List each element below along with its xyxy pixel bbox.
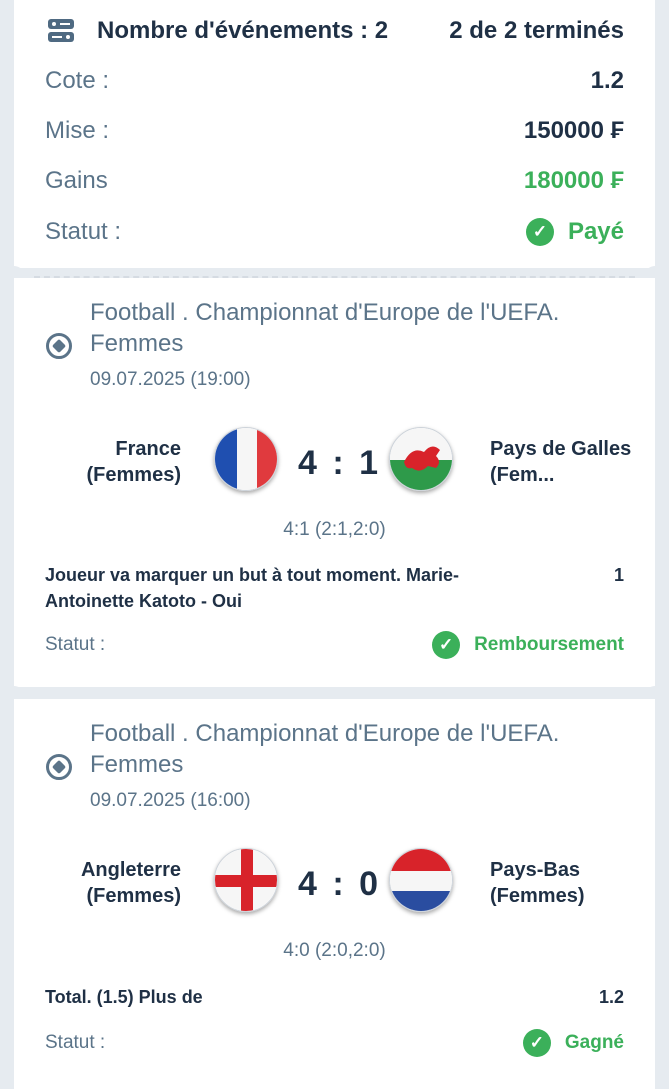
league-name: Football . Championnat d'Europe de l'UEF… <box>90 720 560 778</box>
event-status-value: Gagné <box>564 1032 624 1053</box>
football-icon <box>46 754 72 780</box>
stake-label: Mise : <box>45 117 110 144</box>
events-list-icon <box>48 19 74 42</box>
netherlands-flag-icon <box>389 848 453 912</box>
match-score: 4 : 0 <box>298 865 382 903</box>
bet-status-label: Statut : <box>45 218 122 245</box>
away-team: Pays-Bas (Femmes) <box>490 859 585 907</box>
stake-value: 150000 ₣ <box>523 117 624 144</box>
event-status-value: Remboursement <box>474 634 624 655</box>
market-description: Total. (1.5) Plus de 1.2 <box>45 984 624 1010</box>
wales-flag-icon <box>389 427 453 491</box>
check-circle-icon: ✓ <box>525 218 554 246</box>
event-status-label: Statut : <box>45 1032 106 1053</box>
market-text: Total. (1.5) Plus de <box>45 987 203 1007</box>
event-date: 09.07.2025 (19:00) <box>90 369 251 390</box>
market-description: Joueur va marquer un but à tout moment. … <box>45 562 624 614</box>
event-status-row: Statut : ✓ Remboursement <box>45 631 624 659</box>
winnings-label: Gains <box>45 167 108 194</box>
check-circle-icon: ✓ <box>432 631 461 659</box>
score-detail: 4:1 (2:1,2:0) <box>283 519 386 540</box>
winnings-value: 180000 ₣ <box>523 167 624 194</box>
stake-row: Mise : 150000 ₣ <box>45 117 624 145</box>
away-team: Pays de Galles (Fem... <box>490 438 632 486</box>
event-status-label: Statut : <box>45 634 106 655</box>
event-card[interactable]: Football . Championnat d'Europe de l'UEF… <box>14 699 655 1089</box>
selection-odds: 1 <box>613 565 624 585</box>
winnings-row: Gains 180000 ₣ <box>45 167 624 195</box>
bet-summary-card: Nombre d'événements : 2 2 de 2 terminés … <box>14 0 655 268</box>
league-name: Football . Championnat d'Europe de l'UEF… <box>90 299 560 357</box>
bet-status-badge: ✓ Payé <box>525 218 624 246</box>
football-icon <box>46 333 72 359</box>
event-status-badge: ✓ Gagné <box>522 1029 624 1057</box>
match-score: 4 : 1 <box>298 444 382 482</box>
france-flag-icon <box>214 427 278 491</box>
event-status-row: Statut : ✓ Gagné <box>45 1029 624 1057</box>
odds-value: 1.2 <box>590 67 624 94</box>
odds-label: Cote : <box>45 67 110 94</box>
home-team: Angleterre (Femmes) <box>80 859 181 907</box>
score-detail: 4:0 (2:0,2:0) <box>283 940 386 961</box>
events-completed: 2 de 2 terminés <box>449 17 624 44</box>
odds-row: Cote : 1.2 <box>45 67 624 95</box>
home-team: France (Femmes) <box>86 438 181 486</box>
events-count: Nombre d'événements : 2 <box>97 17 389 44</box>
event-date: 09.07.2025 (16:00) <box>90 790 251 811</box>
selection-odds: 1.2 <box>598 987 624 1007</box>
bet-status-row: Statut : ✓ Payé <box>45 218 624 246</box>
england-flag-icon <box>214 848 278 912</box>
check-circle-icon: ✓ <box>522 1029 551 1057</box>
event-status-badge: ✓ Remboursement <box>432 631 624 659</box>
bet-status-value: Payé <box>567 218 624 245</box>
event-card[interactable]: Football . Championnat d'Europe de l'UEF… <box>14 278 655 687</box>
market-text: Joueur va marquer un but à tout moment. … <box>45 565 460 611</box>
